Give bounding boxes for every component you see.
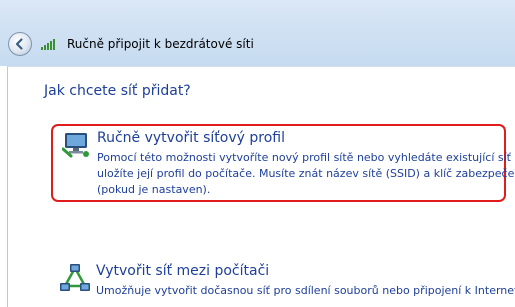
back-button[interactable] [8,32,32,56]
option-description: Pomocí této možnosti vytvoříte nový prof… [97,150,515,198]
window-title: Ručně připojit k bezdrátové síti [67,37,254,51]
description-line: Umožňuje vytvořit dočasnou síť pro sdíle… [96,284,515,297]
page-heading: Jak chcete síť přidat? [44,83,191,99]
option-title[interactable]: Vytvořit síť mezi počítači [96,263,269,279]
back-arrow-icon [15,38,23,50]
option-description: Umožňuje vytvořit dočasnou síť pro sdíle… [96,283,515,299]
description-line: (pokud je nastaven). [97,183,211,196]
adhoc-network-icon [60,264,90,291]
wireless-signal-icon [41,39,55,50]
description-line: Pomocí této možnosti vytvoříte nový prof… [97,151,515,164]
option-title[interactable]: Ručně vytvořit síťový profil [97,130,285,146]
description-line: uložíte její profil do počítače. Musíte … [97,167,515,180]
network-profile-icon [62,133,89,158]
title-bar: Ručně připojit k bezdrátové síti [0,0,515,66]
